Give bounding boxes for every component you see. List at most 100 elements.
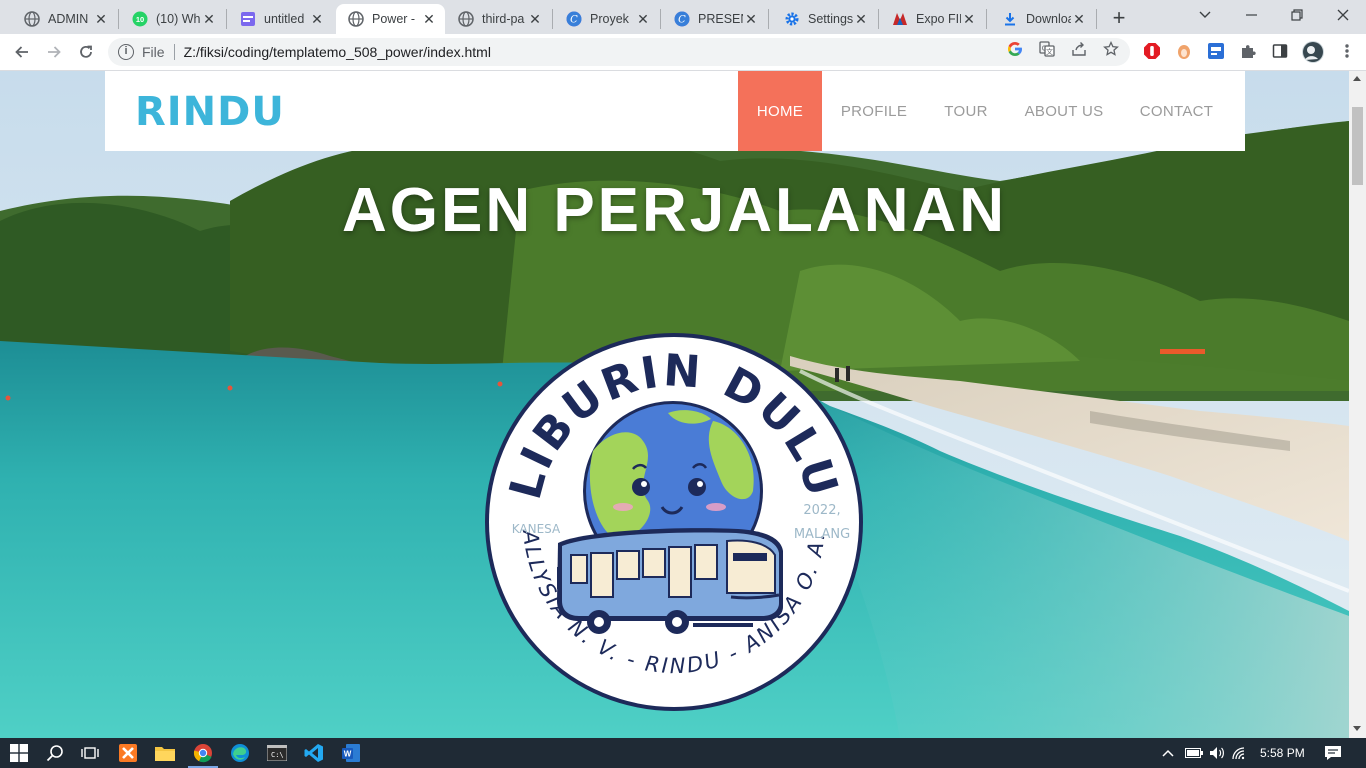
tab-divider <box>1096 9 1097 29</box>
scrollbar-thumb[interactable] <box>1352 107 1363 185</box>
tab-untitled[interactable]: untitled ✕ <box>228 4 333 34</box>
task-view-icon[interactable] <box>79 742 101 764</box>
clock-time[interactable]: 5:58 PM <box>1260 746 1305 760</box>
scroll-up-arrow-icon[interactable] <box>1353 76 1361 81</box>
adblock-extension-icon[interactable] <box>1143 42 1161 60</box>
close-icon[interactable]: ✕ <box>635 11 651 27</box>
edge-icon[interactable] <box>229 742 251 764</box>
bookmark-star-icon[interactable] <box>1102 40 1120 58</box>
bus-icon <box>557 528 783 634</box>
canva-icon: C <box>566 11 582 27</box>
svg-text:文: 文 <box>1046 47 1053 56</box>
close-icon[interactable]: ✕ <box>743 11 759 27</box>
tab-label: Downloa <box>1026 12 1071 26</box>
svg-text:W: W <box>344 750 352 759</box>
forward-button[interactable] <box>40 38 68 66</box>
tab-label: ADMIN <box>48 12 89 26</box>
new-tab-button[interactable]: + <box>1106 5 1132 31</box>
tab-divider <box>660 9 661 29</box>
battery-icon[interactable] <box>1182 748 1206 758</box>
close-window-button[interactable] <box>1320 0 1366 30</box>
canva-icon: C <box>674 11 690 27</box>
tab-label: third-pa <box>482 12 525 26</box>
globe-icon <box>458 11 474 27</box>
chrome-icon[interactable] <box>192 742 214 764</box>
file-explorer-icon[interactable] <box>154 742 176 764</box>
close-icon[interactable]: ✕ <box>1071 11 1087 27</box>
tab-settings[interactable]: Settings ✕ <box>772 4 877 34</box>
tab-expo-fik[interactable]: Expo FIK ✕ <box>880 4 985 34</box>
browser-toolbar: i File Z:/fiksi/coding/templatemo_508_po… <box>0 34 1366 71</box>
vscode-icon[interactable] <box>303 742 325 764</box>
menu-item-profile[interactable]: PROFILE <box>822 71 926 151</box>
logo-left-text: KANESA <box>512 522 561 536</box>
menu-item-tour[interactable]: TOUR <box>926 71 1006 151</box>
extension-icon-blue[interactable] <box>1207 42 1225 60</box>
tab-divider <box>552 9 553 29</box>
close-icon[interactable]: ✕ <box>961 11 977 27</box>
scroll-down-arrow-icon[interactable] <box>1353 726 1361 731</box>
google-icon[interactable] <box>1006 40 1024 58</box>
notifications-icon[interactable] <box>1322 742 1344 764</box>
close-icon[interactable]: ✕ <box>93 11 109 27</box>
whatsapp-icon: 10 <box>132 11 148 27</box>
volume-icon[interactable] <box>1206 746 1228 760</box>
tab-present[interactable]: C PRESENT ✕ <box>662 4 767 34</box>
url-scheme: File <box>142 44 165 60</box>
minimize-button[interactable] <box>1228 0 1274 30</box>
extension-icon-orange[interactable] <box>1175 42 1193 60</box>
system-tray: 5:58 PM <box>1160 738 1305 768</box>
side-panel-icon[interactable] <box>1271 42 1289 60</box>
tab-divider <box>768 9 769 29</box>
hero-title: AGEN PERJALANAN <box>341 176 1008 245</box>
close-icon[interactable]: ✕ <box>527 11 543 27</box>
tab-downloads[interactable]: Downloa ✕ <box>990 4 1095 34</box>
tab-third-party[interactable]: third-pa ✕ <box>446 4 551 34</box>
back-button[interactable] <box>8 38 36 66</box>
translate-icon[interactable]: G文 <box>1038 40 1056 58</box>
tab-label: (10) Wh <box>156 12 201 26</box>
tab-admin[interactable]: ADMIN ✕ <box>12 4 117 34</box>
word-icon[interactable]: W <box>340 742 362 764</box>
info-icon[interactable]: i <box>118 44 134 60</box>
gear-icon <box>784 11 800 27</box>
wifi-icon[interactable] <box>1228 746 1250 760</box>
profile-avatar[interactable] <box>1302 41 1324 63</box>
xampp-icon[interactable] <box>117 742 139 764</box>
globe-icon <box>24 11 40 27</box>
command-prompt-icon[interactable]: C:\ <box>266 742 288 764</box>
share-icon[interactable] <box>1070 40 1088 58</box>
tab-label: PRESENT <box>698 12 743 26</box>
extensions-puzzle-icon[interactable] <box>1239 42 1257 60</box>
windows-start-icon[interactable] <box>8 742 30 764</box>
download-icon <box>1002 11 1018 27</box>
tab-whatsapp[interactable]: 10 (10) Wh ✕ <box>120 4 225 34</box>
chevron-up-icon[interactable] <box>1160 749 1176 757</box>
tab-divider <box>986 9 987 29</box>
close-icon[interactable]: ✕ <box>421 11 437 27</box>
tab-search-button[interactable] <box>1182 0 1228 30</box>
menu-item-about-us[interactable]: ABOUT US <box>1006 71 1122 151</box>
liburin-dulu-logo: LIBURIN DULU ALLYSIA N. V. - RINDU - ANI… <box>485 333 863 711</box>
address-bar[interactable]: i File Z:/fiksi/coding/templatemo_508_po… <box>108 38 1130 66</box>
tab-power-active[interactable]: Power - ✕ <box>336 4 445 34</box>
url-text[interactable]: Z:/fiksi/coding/templatemo_508_power/ind… <box>184 44 491 60</box>
search-icon[interactable] <box>44 742 66 764</box>
close-icon[interactable]: ✕ <box>853 11 869 27</box>
close-icon[interactable]: ✕ <box>309 11 325 27</box>
kebab-menu-icon[interactable] <box>1338 42 1356 60</box>
tab-proyek[interactable]: C Proyek ✕ <box>554 4 659 34</box>
page-scrollbar[interactable] <box>1349 71 1366 738</box>
tab-label: Proyek <box>590 12 629 26</box>
svg-text:C: C <box>570 15 578 26</box>
menu-item-contact[interactable]: CONTACT <box>1122 71 1231 151</box>
site-navbar: RINDU HOME PROFILE TOUR ABOUT US CONTACT <box>105 71 1245 151</box>
close-icon[interactable]: ✕ <box>201 11 217 27</box>
tab-label: Settings <box>808 12 853 26</box>
reload-button[interactable] <box>72 38 100 66</box>
restore-button[interactable] <box>1274 0 1320 30</box>
tab-divider <box>878 9 879 29</box>
site-brand-logo[interactable]: RINDU <box>135 89 285 135</box>
tab-label: untitled <box>264 12 305 26</box>
menu-item-home[interactable]: HOME <box>738 71 822 151</box>
